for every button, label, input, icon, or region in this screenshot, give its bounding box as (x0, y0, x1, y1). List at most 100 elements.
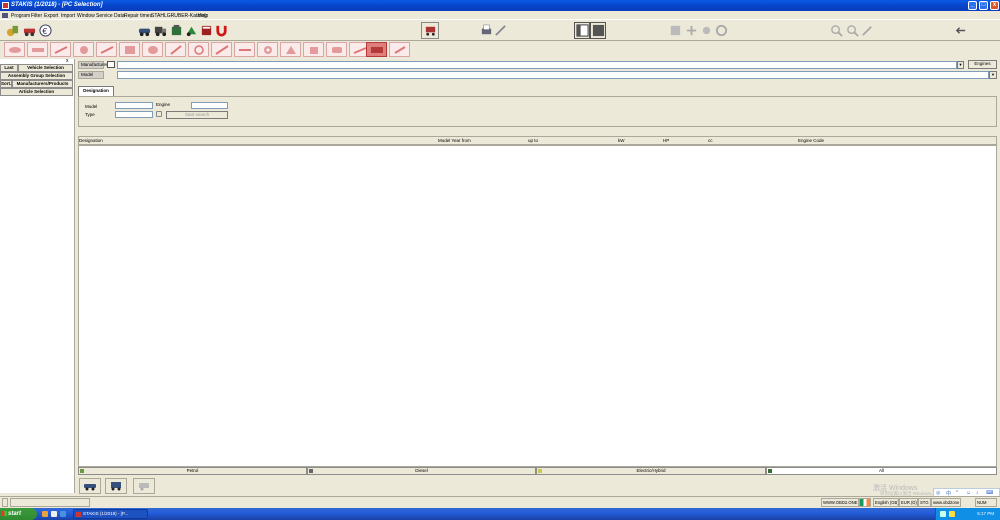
category-suspension-icon[interactable] (50, 42, 71, 57)
search-engine-input[interactable] (191, 102, 228, 109)
start-search-button[interactable]: Start search (166, 111, 228, 119)
category-toolbar (0, 41, 1000, 58)
filter-edit-icon[interactable] (107, 61, 115, 68)
model-select[interactable] (117, 71, 989, 79)
menu-export[interactable]: Export (44, 13, 58, 19)
category-cooling-icon[interactable] (119, 42, 140, 57)
layout-left-icon[interactable] (574, 22, 590, 39)
quicklaunch-folder-icon[interactable] (42, 511, 48, 517)
column-engine-code[interactable]: Engine Code (798, 138, 824, 143)
results-list[interactable] (78, 145, 997, 467)
tab-diesel[interactable]: Diesel (307, 467, 536, 475)
bottom-car-icon[interactable] (79, 478, 101, 494)
column-cc[interactable]: cc (708, 138, 713, 143)
book-icon[interactable] (199, 22, 213, 39)
taskbar-app-icon (76, 512, 81, 517)
flag-icon (859, 498, 871, 507)
taskbar: start STAKIS (1/2018) - [P... 5:17 PM (0, 508, 1000, 520)
back-arrow-icon[interactable] (952, 22, 968, 39)
nav-sort[interactable]: Sort. (0, 80, 12, 88)
tab-electric-hybrid[interactable]: Electric/Hybrid (536, 467, 766, 475)
category-ignition-icon[interactable] (165, 42, 186, 57)
column-model-year-from[interactable]: Model Year from (438, 138, 471, 143)
column-up-to[interactable]: up to (528, 138, 538, 143)
category-filter-icon[interactable] (280, 42, 301, 57)
category-engine-icon[interactable] (4, 42, 25, 57)
menu-window[interactable]: Window (77, 13, 95, 19)
minimize-button[interactable]: _ (968, 1, 977, 10)
quicklaunch-browser-icon[interactable] (60, 511, 66, 517)
manufacturer-label: Manufacturer (78, 61, 108, 69)
search-type-input[interactable] (115, 111, 153, 118)
menu-filter[interactable]: Filter (31, 13, 42, 19)
search-engine-label: Engine (156, 102, 171, 107)
nav-last[interactable]: Last (0, 64, 18, 72)
quicklaunch-desktop-icon[interactable] (51, 511, 57, 517)
menu-service-data[interactable]: Service Data (96, 13, 125, 19)
category-steering-icon[interactable] (96, 42, 117, 57)
nav-manufacturers-products[interactable]: Manufacturers/Products (12, 80, 73, 88)
nav-assembly-group-selection[interactable]: Assembly Group Selection (0, 72, 73, 80)
layout-full-icon[interactable] (590, 22, 606, 39)
category-body-icon[interactable] (326, 42, 347, 57)
category-electrics-icon[interactable] (303, 42, 324, 57)
binoculars-icon (156, 111, 162, 117)
add-icon (684, 22, 698, 39)
search-model-label: Model (85, 104, 98, 109)
tab-designation[interactable]: Designation (78, 86, 114, 96)
status-currency: EUR (D) (899, 498, 918, 507)
model-dropdown-icon[interactable]: ▾ (989, 71, 997, 79)
print-icon[interactable] (478, 22, 494, 39)
column-designation[interactable]: Designation (79, 138, 103, 143)
category-clutch-icon[interactable] (257, 42, 278, 57)
vehicle-pc-icon[interactable] (21, 22, 37, 39)
category-lighting-icon[interactable] (234, 42, 255, 57)
manufacturer-select[interactable] (117, 61, 957, 69)
menu-program[interactable]: Program (11, 13, 30, 19)
status-pane-2 (10, 498, 90, 507)
menu-import[interactable]: Import (61, 13, 75, 19)
category-exhaust-icon[interactable] (27, 42, 48, 57)
maximize-button[interactable]: □ (979, 1, 988, 10)
menu-help[interactable]: Help (198, 13, 208, 19)
category-accessories-icon[interactable] (389, 42, 410, 57)
truck-icon[interactable] (153, 22, 167, 39)
column-kw[interactable]: kW (618, 138, 625, 143)
electric-icon (538, 469, 542, 473)
system-menu-icon[interactable] (2, 13, 8, 18)
start-button[interactable]: start (0, 508, 37, 520)
column-hp[interactable]: HP (663, 138, 669, 143)
tab-all[interactable]: All (766, 467, 997, 475)
fuel-type-tabs: Petrol Diesel Electric/Hybrid All (78, 467, 997, 475)
volume-icon[interactable] (949, 511, 955, 517)
clock: 5:17 PM (977, 511, 994, 516)
status-pane-1 (2, 498, 8, 507)
search-model-input[interactable] (115, 102, 153, 109)
cart-icon[interactable] (421, 22, 439, 39)
taskbar-app-button[interactable]: STAKIS (1/2018) - [P... (73, 509, 148, 519)
category-wiper-icon[interactable] (211, 42, 232, 57)
status-num: NUM (975, 498, 997, 507)
category-fuel-icon[interactable] (142, 42, 163, 57)
menu-repair-times[interactable]: Repair times (124, 13, 152, 19)
tab-petrol[interactable]: Petrol (78, 467, 307, 475)
nav-article-selection[interactable]: Article Selection (0, 88, 73, 96)
bottom-truck-icon[interactable] (105, 478, 127, 494)
category-belt-icon[interactable] (188, 42, 209, 57)
diesel-icon (309, 469, 313, 473)
tractor-icon[interactable] (184, 22, 198, 39)
parts-icon[interactable] (4, 22, 20, 39)
search-panel: Model Type Engine Start search (78, 96, 997, 127)
engine-icon[interactable] (169, 22, 183, 39)
magnet-icon[interactable] (214, 22, 228, 39)
car-icon[interactable] (137, 22, 151, 39)
category-brake-icon[interactable] (73, 42, 94, 57)
category-transmission-icon[interactable] (366, 42, 387, 57)
engines-button[interactable]: Engines (968, 60, 997, 69)
euro-icon[interactable]: € (37, 22, 53, 39)
close-button[interactable]: x (990, 1, 999, 10)
network-icon[interactable] (940, 511, 946, 517)
nav-vehicle-selection[interactable]: Vehicle Selection (18, 64, 73, 72)
edit-icon[interactable] (493, 22, 507, 39)
manufacturer-dropdown-icon[interactable]: ▾ (957, 61, 964, 69)
